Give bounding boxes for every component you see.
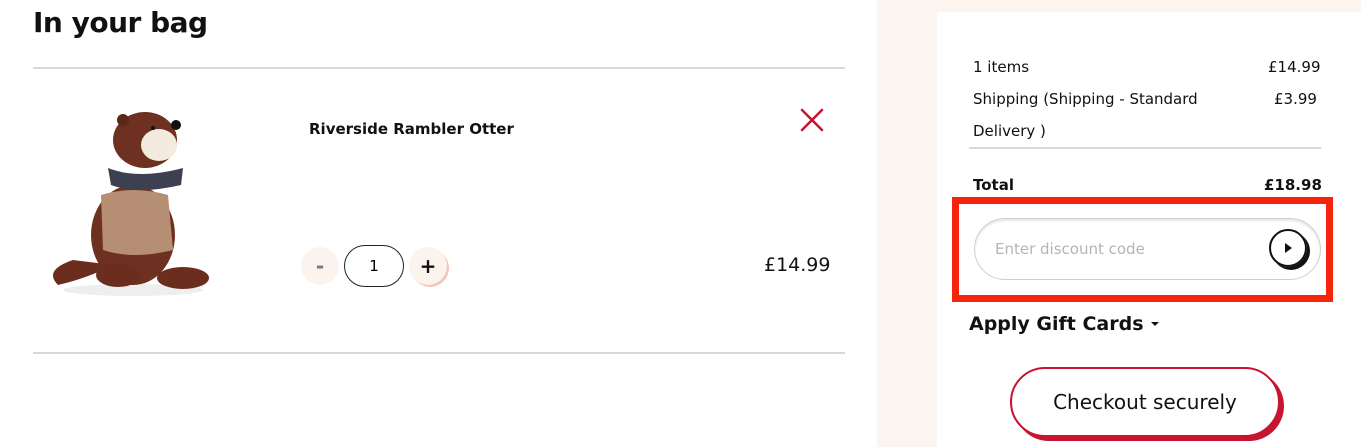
total-value: £18.98 bbox=[1264, 176, 1322, 194]
apply-gift-cards-toggle[interactable]: Apply Gift Cards bbox=[969, 313, 1160, 335]
apply-gift-cards-label: Apply Gift Cards bbox=[969, 313, 1144, 335]
total-label: Total bbox=[973, 176, 1014, 194]
product-image[interactable] bbox=[33, 100, 271, 300]
discount-code-field bbox=[974, 218, 1321, 280]
discount-code-input[interactable] bbox=[995, 219, 1265, 278]
increase-quantity-button[interactable]: + bbox=[409, 247, 447, 285]
line-item-price: £14.99 bbox=[764, 254, 831, 276]
shipping-label: Shipping (Shipping - Standard Delivery ) bbox=[973, 90, 1198, 140]
product-name[interactable]: Riverside Rambler Otter bbox=[309, 120, 514, 138]
checkout-button[interactable]: Checkout securely bbox=[1010, 367, 1280, 437]
apply-discount-button[interactable] bbox=[1269, 229, 1307, 267]
remove-item-button[interactable] bbox=[798, 106, 826, 134]
divider-bottom bbox=[33, 352, 845, 354]
summary-divider bbox=[969, 147, 1321, 149]
bag-title: In your bag bbox=[33, 6, 208, 39]
play-arrow-icon bbox=[1285, 243, 1292, 253]
close-icon bbox=[800, 108, 824, 132]
caret-down-icon bbox=[1150, 322, 1159, 326]
quantity-input[interactable] bbox=[344, 245, 404, 287]
items-count-label: 1 items bbox=[973, 58, 1030, 76]
items-subtotal: £14.99 bbox=[1268, 58, 1321, 76]
divider-top bbox=[33, 67, 845, 69]
shipping-cost: £3.99 bbox=[1274, 90, 1317, 108]
decrease-quantity-button[interactable]: - bbox=[301, 247, 339, 285]
